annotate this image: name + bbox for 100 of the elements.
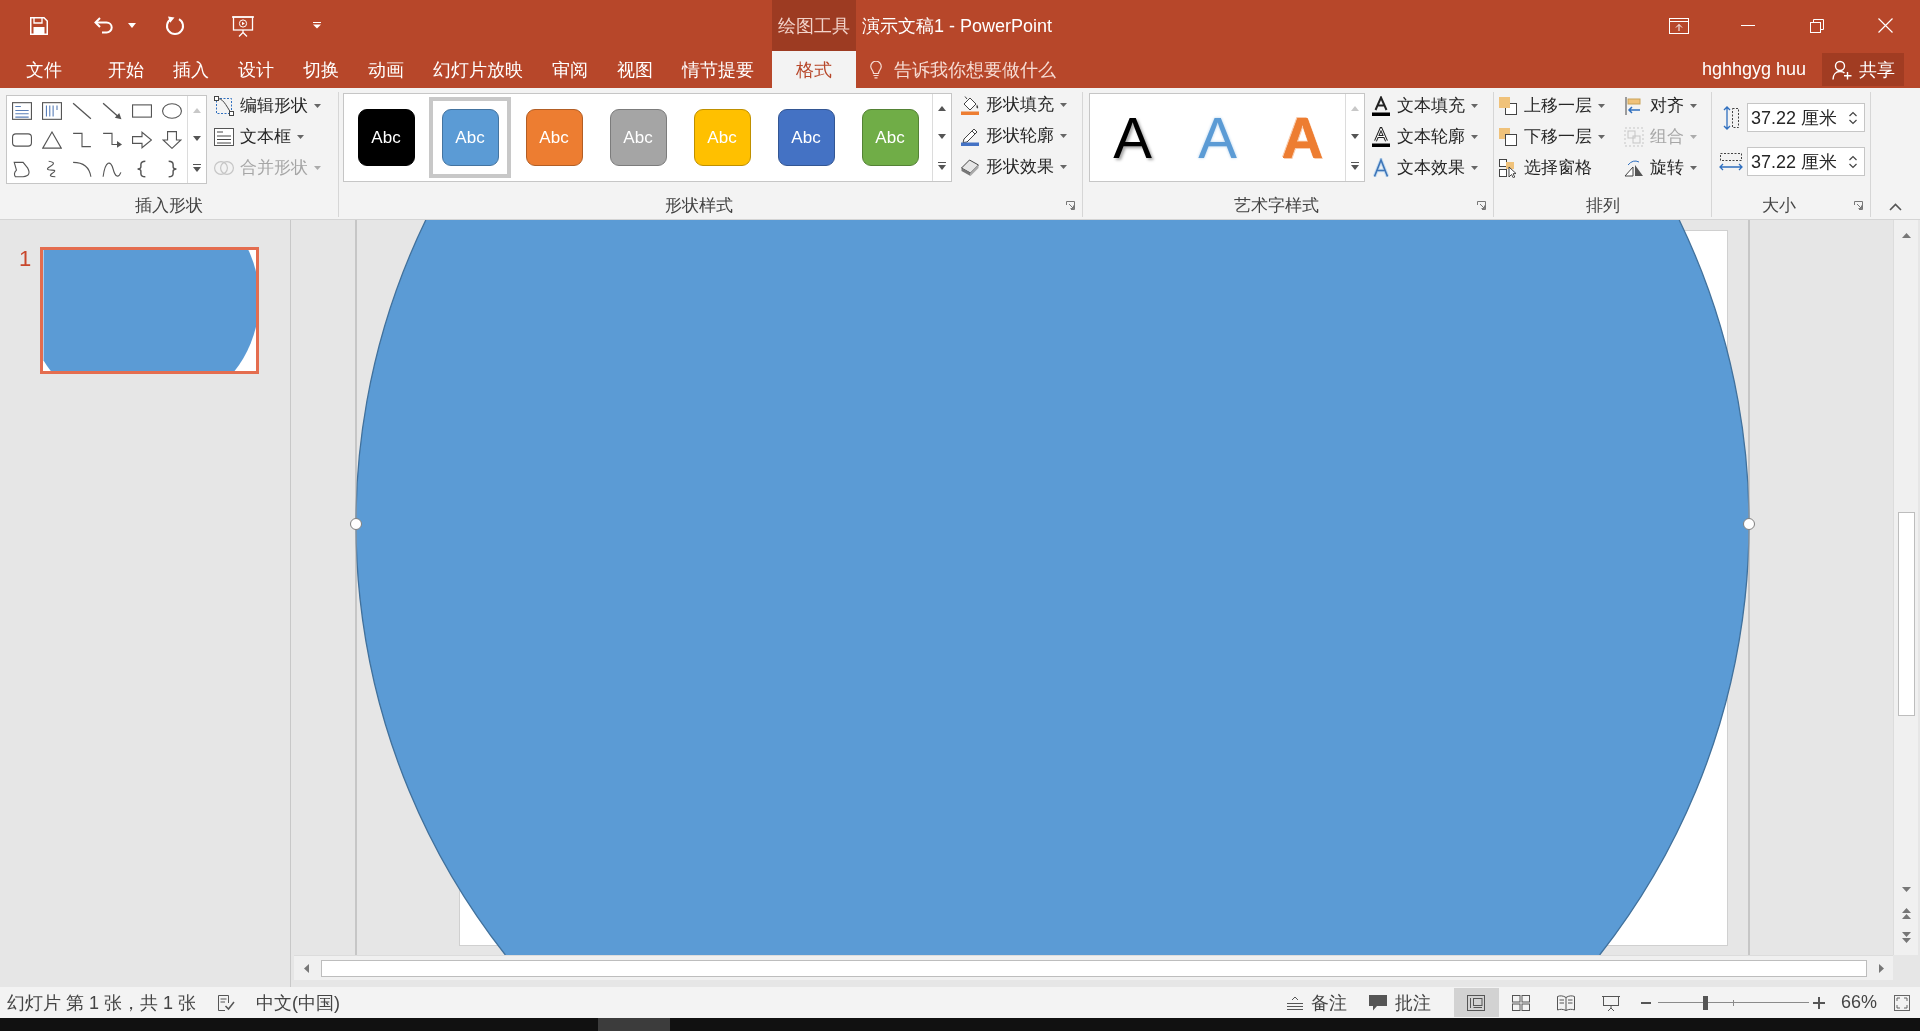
menu-caret-icon[interactable]: [313, 22, 321, 29]
caret-down-icon[interactable]: [128, 23, 136, 28]
spinner-arrows-icon[interactable]: [1849, 110, 1857, 125]
ribbon-command[interactable]: 形状效果: [960, 151, 1067, 182]
scrollbar-thumb[interactable]: [321, 959, 1867, 977]
down-arrow-icon[interactable]: [162, 130, 182, 149]
resize-handle[interactable]: [350, 518, 362, 530]
ribbon-command[interactable]: 文本填充: [1371, 90, 1478, 121]
caret-down-icon[interactable]: [938, 133, 946, 139]
caret-down-icon[interactable]: [1351, 133, 1359, 139]
spinner-arrows-icon[interactable]: [1849, 154, 1857, 169]
rounded-rectangle-icon[interactable]: [12, 130, 32, 149]
shape-style-swatch[interactable]: Abc: [861, 109, 919, 166]
box-arrow-up-icon[interactable]: [1668, 17, 1689, 34]
zoom-slider-thumb[interactable]: [1702, 995, 1708, 1010]
ribbon-command[interactable]: 对齐: [1624, 90, 1697, 121]
dialog-launcher-icon[interactable]: [1476, 200, 1486, 210]
wordart-style[interactable]: A: [1113, 108, 1152, 167]
ribbon-command[interactable]: 文本轮廓: [1371, 121, 1478, 152]
shape-style-swatch[interactable]: Abc: [525, 109, 583, 166]
ribbon-command[interactable]: 形状轮廓: [960, 120, 1067, 151]
ribbon-tab[interactable]: 插入: [158, 51, 223, 88]
shape-width-field[interactable]: 37.22 厘米: [1747, 147, 1865, 176]
ribbon-tab[interactable]: 切换: [288, 51, 353, 88]
document-check-icon[interactable]: [217, 993, 236, 1012]
ribbon-tab[interactable]: 格式: [772, 51, 856, 88]
ribbon-tab[interactable]: 审阅: [537, 51, 602, 88]
right-arrow-icon[interactable]: [132, 130, 152, 149]
tell-me-search[interactable]: 告诉我你想要做什么: [870, 51, 1056, 88]
triangle-left-icon[interactable]: [303, 963, 309, 973]
expand-gallery-icon[interactable]: [938, 161, 946, 170]
ribbon-command[interactable]: 下移一层: [1498, 121, 1605, 152]
presentation-screen-icon[interactable]: [231, 14, 255, 37]
freeform-icon[interactable]: [12, 159, 32, 178]
double-triangle-up-icon[interactable]: [1901, 907, 1911, 919]
ribbon-command[interactable]: 旋转: [1624, 152, 1697, 183]
share-button[interactable]: 共享: [1822, 53, 1904, 86]
vertical-scrollbar[interactable]: [1893, 220, 1918, 955]
elbow-arrow-icon[interactable]: [102, 130, 122, 149]
ribbon-tab[interactable]: 文件: [11, 51, 76, 88]
triangle-down-icon[interactable]: [1901, 886, 1911, 892]
dialog-launcher-icon[interactable]: [1853, 200, 1863, 210]
ribbon-tab[interactable]: 开始: [93, 51, 158, 88]
circular-arrow-icon[interactable]: [165, 15, 185, 36]
comments-button[interactable]: 批注: [1368, 990, 1431, 1015]
ribbon-command[interactable]: 文本效果: [1371, 152, 1478, 183]
wordart-style[interactable]: A: [1198, 108, 1237, 167]
wordart-style[interactable]: A: [1281, 108, 1324, 167]
caret-up-icon[interactable]: [938, 105, 946, 111]
shape-height-field[interactable]: 37.22 厘米: [1747, 103, 1865, 132]
caret-down-icon[interactable]: [193, 135, 201, 141]
rectangle-icon[interactable]: [132, 101, 152, 120]
chevron-up-icon[interactable]: [1889, 203, 1902, 211]
text-box-icon[interactable]: [12, 101, 32, 120]
line-icon[interactable]: [72, 101, 92, 120]
close-icon[interactable]: [1878, 18, 1893, 33]
zoom-level-text[interactable]: 66%: [1840, 992, 1877, 1013]
stacked-squares-icon: [1498, 126, 1518, 147]
ribbon-command[interactable]: 上移一层: [1498, 90, 1605, 121]
ribbon-tab[interactable]: 动画: [353, 51, 418, 88]
triangle-icon[interactable]: [42, 130, 62, 149]
open-book-icon: [1557, 994, 1576, 1011]
user-name[interactable]: hghhgyg huu: [1701, 51, 1806, 88]
ribbon-command[interactable]: 文本框: [214, 121, 321, 152]
shape-style-swatch[interactable]: Abc: [357, 109, 415, 166]
plus-icon[interactable]: [1812, 996, 1825, 1009]
ribbon-tab[interactable]: 情节提要: [667, 51, 768, 88]
elbow-connector-icon[interactable]: [72, 130, 92, 149]
ribbon-command[interactable]: 选择窗格: [1498, 152, 1605, 183]
restore-icon[interactable]: [1809, 18, 1824, 33]
view-button[interactable]: [1453, 988, 1499, 1017]
vertical-text-box-icon[interactable]: [42, 101, 62, 120]
ribbon-command[interactable]: 编辑形状: [214, 90, 321, 121]
shape-style-swatch[interactable]: Abc: [441, 109, 499, 166]
language-indicator[interactable]: 中文(中国): [256, 990, 341, 1015]
ribbon-tab[interactable]: 视图: [602, 51, 667, 88]
projector-screen-icon: [1602, 994, 1621, 1011]
scrollbar-thumb[interactable]: [1897, 512, 1915, 716]
save-icon[interactable]: [30, 16, 48, 35]
ribbon-tab[interactable]: 幻灯片放映: [418, 51, 537, 88]
double-triangle-down-icon[interactable]: [1901, 931, 1911, 943]
ribbon-tab[interactable]: 设计: [223, 51, 288, 88]
shape-style-swatch[interactable]: Abc: [777, 109, 835, 166]
person-plus-icon: [1832, 59, 1852, 80]
triangle-right-icon[interactable]: [1878, 963, 1884, 973]
expand-gallery-icon[interactable]: [1351, 161, 1359, 170]
notes-button[interactable]: 备注: [1286, 990, 1347, 1015]
curve-icon[interactable]: [102, 159, 122, 178]
undo-icon[interactable]: [94, 17, 114, 34]
ribbon-command[interactable]: 形状填充: [960, 89, 1067, 120]
oval-icon[interactable]: [162, 101, 182, 120]
resize-handle[interactable]: [1743, 518, 1755, 530]
dialog-launcher-icon[interactable]: [1065, 200, 1075, 210]
arc-icon[interactable]: [72, 159, 92, 178]
arrow-line-icon[interactable]: [102, 101, 122, 120]
fit-to-window-icon[interactable]: [1894, 994, 1910, 1011]
triangle-up-icon[interactable]: [1901, 232, 1911, 238]
minus-icon[interactable]: [1640, 1001, 1651, 1004]
horizontal-scrollbar[interactable]: [294, 955, 1893, 980]
expand-gallery-icon[interactable]: [193, 163, 201, 172]
